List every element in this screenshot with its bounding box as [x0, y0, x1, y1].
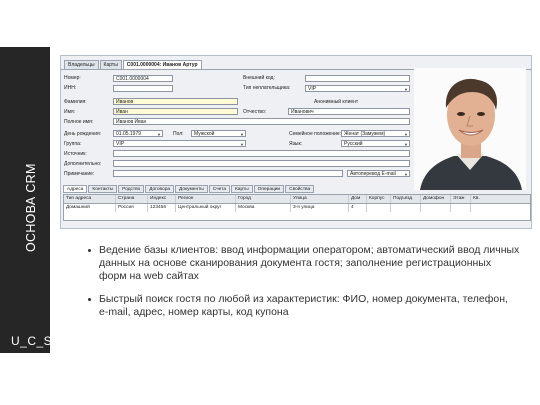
inn-field[interactable] — [113, 85, 173, 92]
client-subtabs: Адреса Контакты Родство Договора Докумен… — [63, 185, 315, 193]
column-header[interactable]: Домофон — [421, 195, 451, 203]
source-label: Источник: — [64, 151, 87, 157]
name-label: Имя: — [64, 109, 76, 115]
group-select[interactable]: VIP — [113, 140, 246, 147]
crm-window: Владельцы Карты С001.0000004: Иванов Арт… — [60, 55, 532, 229]
surname-label: Фамилия: — [64, 99, 87, 105]
family-status-label: Семейное положение: — [289, 131, 342, 137]
table-cell — [451, 204, 471, 212]
column-header[interactable]: Город — [236, 195, 291, 203]
group-label: Группа: — [64, 141, 82, 147]
sidebar-title: ОСНОВА CRM — [24, 163, 38, 252]
name-field[interactable]: Иван — [113, 108, 238, 115]
tab-cards[interactable]: Карты — [99, 60, 122, 69]
column-header[interactable]: Кв. — [471, 195, 528, 203]
inn-label: ИНН: — [64, 85, 77, 91]
column-header[interactable]: Индекс — [148, 195, 176, 203]
address-table: Тип адреса Страна Индекс Регион Город Ул… — [63, 194, 531, 221]
column-header[interactable]: Этаж — [451, 195, 471, 203]
column-header[interactable]: Тип адреса — [64, 195, 116, 203]
window-tabs: Владельцы Карты С001.0000004: Иванов Арт… — [64, 60, 203, 69]
language-select[interactable]: Русский — [341, 140, 410, 147]
subtab-documents[interactable]: Документы — [175, 185, 208, 193]
autotransfer-select[interactable]: Автоперевод E-mail — [347, 170, 410, 177]
tab-client-record[interactable]: С001.0000004: Иванов Артур — [122, 60, 202, 69]
table-cell — [367, 204, 391, 212]
source-field[interactable] — [113, 150, 410, 157]
table-cell: Россия — [116, 204, 148, 212]
extra-field[interactable] — [113, 160, 410, 167]
subtab-contracts[interactable]: Договора — [145, 185, 175, 193]
language-label: Язык: — [289, 141, 303, 147]
column-header[interactable]: Регион — [176, 195, 236, 203]
table-cell: 4 — [349, 204, 367, 212]
column-header[interactable]: Страна — [116, 195, 148, 203]
fullname-field[interactable]: Иванов Иван — [113, 118, 410, 125]
extra-label: Дополнительно: — [64, 161, 102, 167]
table-cell — [421, 204, 451, 212]
birthday-label: День рождения: — [64, 131, 102, 137]
surname-field[interactable]: Иванов — [113, 98, 238, 105]
subtab-cards[interactable]: Карты — [231, 185, 253, 193]
column-header[interactable]: Подъезд — [391, 195, 421, 203]
family-status-select[interactable]: Женат (Замужем) — [341, 130, 410, 137]
tab-owners[interactable]: Владельцы — [64, 60, 99, 69]
subtab-contacts[interactable]: Контакты — [88, 185, 118, 193]
number-label: Номер: — [64, 75, 81, 81]
table-cell: Домашний — [64, 204, 116, 212]
note-field[interactable] — [113, 170, 343, 177]
table-cell: 3-я улица — [291, 204, 349, 212]
payer-type-select[interactable]: VIP — [305, 85, 410, 92]
sex-select[interactable]: Мужской — [191, 130, 246, 137]
feature-item-client-database: Ведение базы клиентов: ввод информации о… — [88, 244, 520, 283]
birthday-field[interactable]: 01.05.1979 — [113, 130, 163, 137]
payer-type-label: Тип неплательщика: — [243, 85, 291, 91]
anonymous-client-label: Анонимный клиент — [314, 99, 359, 105]
subtab-addresses[interactable]: Адреса — [63, 185, 88, 193]
column-header[interactable]: Улица — [291, 195, 349, 203]
table-row[interactable]: Домашний Россия 123456 Центральный округ… — [64, 204, 530, 212]
table-row-empty — [64, 212, 530, 220]
table-cell: Центральный округ — [176, 204, 236, 212]
table-header: Тип адреса Страна Индекс Регион Город Ул… — [64, 195, 530, 204]
fullname-label: Полное имя: — [64, 119, 94, 125]
logo: U_C_S — [11, 334, 53, 348]
subtab-accounts[interactable]: Счета — [208, 185, 230, 193]
number-field[interactable]: С001.0000004 — [113, 75, 173, 82]
patronymic-field[interactable]: Иванович — [288, 108, 410, 115]
feature-item-fast-search: Быстрый поиск гостя по любой из характер… — [88, 293, 520, 319]
table-cell: Москва — [236, 204, 291, 212]
table-cell — [391, 204, 421, 212]
table-cell — [471, 204, 528, 212]
table-cell: 123456 — [148, 204, 176, 212]
note-label: Примечание: — [64, 171, 95, 177]
client-photo — [414, 68, 526, 190]
subtab-relations[interactable]: Родство — [118, 185, 145, 193]
external-code-field[interactable] — [305, 75, 410, 82]
patronymic-label: Отчество: — [243, 109, 267, 115]
sex-label: Пол: — [173, 131, 184, 137]
feature-list: Ведение базы клиентов: ввод информации о… — [88, 244, 520, 329]
subtab-operations[interactable]: Операции — [253, 185, 285, 193]
external-code-label: Внешний код: — [243, 75, 275, 81]
column-header[interactable]: Корпус — [367, 195, 391, 203]
column-header[interactable]: Дом — [349, 195, 367, 203]
sidebar: ОСНОВА CRM U_C_S — [0, 47, 53, 353]
subtab-properties[interactable]: Свойства — [285, 185, 315, 193]
